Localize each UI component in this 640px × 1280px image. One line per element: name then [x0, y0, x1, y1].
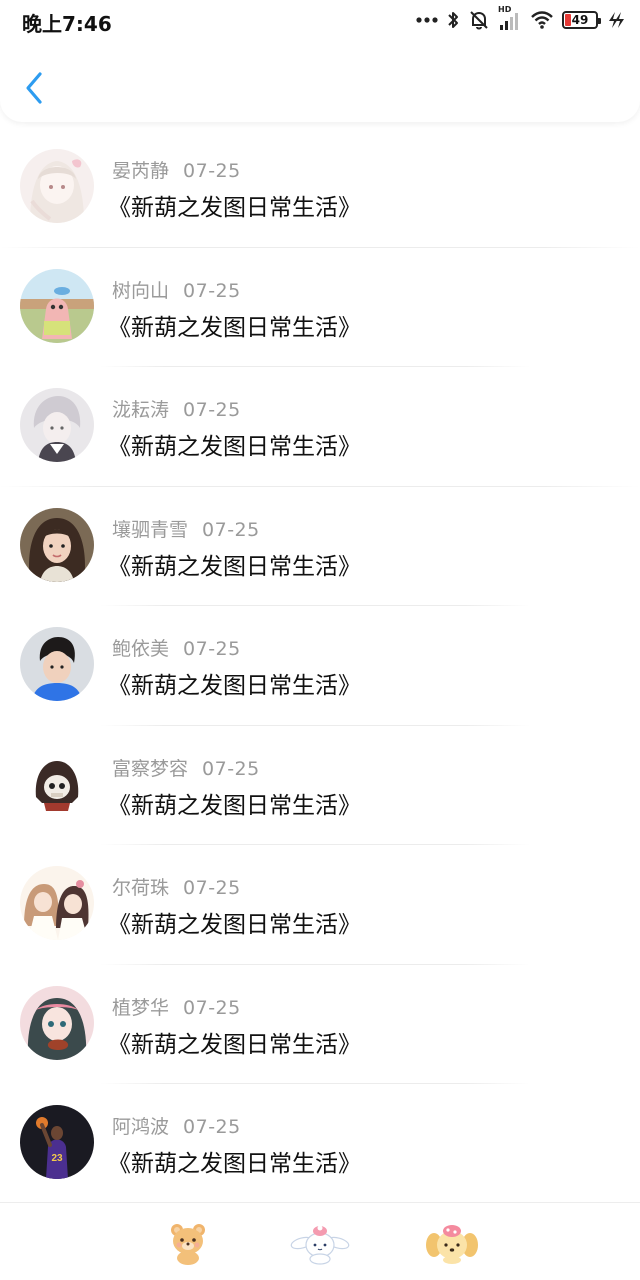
- comment-date: 07-25: [183, 160, 241, 182]
- bluetooth-icon: [446, 9, 460, 31]
- comment-row[interactable]: 鲍依美 07-25 《新葫之发图日常生活》: [0, 606, 640, 726]
- comment-row[interactable]: 树向山 07-25 《新葫之发图日常生活》: [0, 248, 640, 367]
- bear-icon: [171, 1224, 205, 1265]
- bunny-icon: [290, 1225, 350, 1265]
- comment-row[interactable]: 壤驷青雪 07-25 《新葫之发图日常生活》: [0, 487, 640, 606]
- comment-text: 《新葫之发图日常生活》: [108, 792, 361, 819]
- comment-text: 《新葫之发图日常生活》: [108, 314, 361, 341]
- basketball-player-avatar[interactable]: 23: [20, 1105, 94, 1179]
- commenter-name[interactable]: 植梦华: [112, 997, 169, 1019]
- comment-text: 《新葫之发图日常生活》: [108, 195, 361, 221]
- comment-date: 07-25: [183, 638, 241, 660]
- commenter-name[interactable]: 鲍依美: [112, 638, 169, 660]
- comment-date: 07-25: [183, 399, 241, 421]
- cartoon-starfish-avatar[interactable]: [20, 268, 94, 343]
- comment-meta: 尔荷珠 07-25: [112, 873, 241, 900]
- comment-text: 《新葫之发图日常生活》: [108, 1151, 361, 1177]
- comment-list: 晏芮静 07-25 《新葫之发图日常生活》 树向山 07-25 《新葫之发图日常…: [0, 128, 640, 1204]
- comment-meta: 植梦华 07-25: [112, 993, 241, 1020]
- comment-row[interactable]: 晏芮静 07-25 《新葫之发图日常生活》: [0, 128, 640, 248]
- anime-boy-avatar[interactable]: [20, 388, 94, 462]
- header: 晚上7:46 HD 49: [0, 0, 640, 122]
- tab-dog[interactable]: [422, 1217, 482, 1269]
- comment-text: 《新葫之发图日常生活》: [108, 434, 361, 460]
- commenter-name[interactable]: 晏芮静: [112, 160, 169, 182]
- comment-meta: 富察梦容 07-25: [112, 754, 260, 781]
- comment-meta: 阿鸿波 07-25: [112, 1112, 241, 1139]
- tab-bunny[interactable]: [290, 1217, 350, 1269]
- comment-date: 07-25: [202, 518, 260, 541]
- network-label: HD: [498, 5, 512, 14]
- battery-icon: 49: [562, 11, 601, 29]
- comment-text: 《新葫之发图日常生活》: [108, 912, 361, 938]
- bottom-tab-bar: [0, 1202, 640, 1280]
- signal-icon: HD: [498, 5, 522, 31]
- anime-pair-avatar[interactable]: [20, 866, 94, 940]
- svg-text:23: 23: [51, 1153, 63, 1164]
- status-time: 晚上7:46: [22, 12, 112, 36]
- commenter-name[interactable]: 壤驷青雪: [112, 519, 188, 541]
- tab-bear[interactable]: [158, 1217, 218, 1269]
- charging-icon: [606, 10, 626, 30]
- comments-page: 晚上7:46 HD 49 晏芮静 07-25 《新葫之发图日常生活》 树向山 0…: [0, 0, 640, 1280]
- comment-meta: 泷耘涛 07-25: [112, 395, 241, 422]
- status-icons: HD 49: [416, 5, 626, 32]
- comment-date: 07-25: [183, 1116, 241, 1138]
- commenter-name[interactable]: 泷耘涛: [112, 399, 169, 421]
- commenter-name[interactable]: 富察梦容: [112, 758, 188, 780]
- dots-icon: [416, 16, 438, 24]
- boy-photo-avatar[interactable]: [20, 627, 94, 701]
- comment-date: 07-25: [183, 996, 241, 1019]
- girl-photo-avatar[interactable]: [20, 507, 94, 582]
- comment-meta: 壤驷青雪 07-25: [112, 515, 260, 542]
- commenter-name[interactable]: 树向山: [112, 280, 169, 302]
- battery-level: 49: [571, 13, 589, 27]
- back-button[interactable]: [18, 68, 50, 108]
- comment-row[interactable]: 富察梦容 07-25 《新葫之发图日常生活》: [0, 726, 640, 845]
- comment-row[interactable]: 植梦华 07-25 《新葫之发图日常生活》: [0, 965, 640, 1084]
- comment-text: 《新葫之发图日常生活》: [108, 1031, 361, 1058]
- comment-text: 《新葫之发图日常生活》: [108, 673, 361, 699]
- comment-meta: 树向山 07-25: [112, 276, 241, 303]
- commenter-name[interactable]: 尔荷珠: [112, 877, 169, 899]
- wifi-icon: [530, 10, 554, 30]
- skull-hood-avatar[interactable]: [20, 746, 94, 821]
- comment-date: 07-25: [202, 757, 260, 780]
- anime-girl-avatar[interactable]: [20, 149, 94, 223]
- comment-date: 07-25: [183, 877, 241, 899]
- chevron-left-icon: [26, 72, 42, 104]
- comment-meta: 鲍依美 07-25: [112, 634, 241, 661]
- comment-row[interactable]: 泷耘涛 07-25 《新葫之发图日常生活》: [0, 367, 640, 487]
- comment-text: 《新葫之发图日常生活》: [108, 553, 361, 580]
- mute-icon: [468, 9, 490, 31]
- commenter-name[interactable]: 阿鸿波: [112, 1116, 169, 1138]
- status-bar: 晚上7:46 HD 49: [0, 0, 640, 40]
- anime-violin-avatar[interactable]: [20, 985, 94, 1060]
- comment-row[interactable]: 尔荷珠 07-25 《新葫之发图日常生活》: [0, 845, 640, 965]
- comment-row[interactable]: 23 阿鸿波 07-25 《新葫之发图日常生活》: [0, 1084, 640, 1204]
- dog-icon: [426, 1225, 478, 1264]
- comment-date: 07-25: [183, 279, 241, 302]
- comment-meta: 晏芮静 07-25: [112, 156, 241, 183]
